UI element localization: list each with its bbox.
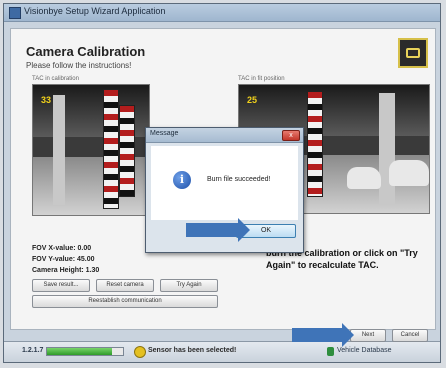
statusbar: 1.2.1.7 Sensor has been selected! Vehicl… [4,341,440,362]
info-icon: i [173,171,191,189]
left-camera-view: 33 [32,84,150,216]
right-camera-number: 25 [247,95,258,105]
calibration-pattern [103,89,119,209]
reset-camera-button[interactable]: Reset camera [96,279,154,292]
right-panel-label: TAC in fit position [238,76,285,82]
progress-fill [47,348,112,355]
calibration-pattern [307,91,323,197]
left-camera-number: 33 [41,95,52,105]
parked-car [347,167,381,189]
warning-icon [134,346,146,358]
camera-logo-icon [398,38,428,68]
dialog-message: Burn file succeeded! [207,176,271,183]
close-icon[interactable]: x [282,130,300,141]
arrow-to-next-icon [292,323,354,347]
reestablish-communication-button[interactable]: Reestablish communication [32,295,218,308]
camera-height-value: Camera Height: 1.30 [32,267,100,274]
page-subtitle: Please follow the instructions! [26,61,132,70]
next-button[interactable]: Next [350,329,386,342]
dialog-titlebar[interactable]: Message x [146,128,303,143]
cancel-button[interactable]: Cancel [392,329,428,342]
database-icon [327,347,334,356]
version-label: 1.2.1.7 [22,347,44,354]
calibration-pattern [119,105,135,197]
window-titlebar[interactable]: Visionbye Setup Wizard Application [4,4,440,22]
fov-x-value: FOV X-value: 0.00 [32,245,92,252]
database-dropdown[interactable]: Vehicle Database [337,347,391,354]
save-result-button[interactable]: Save result... [32,279,90,292]
arrow-to-ok-icon [186,218,250,242]
window-title: Visionbye Setup Wizard Application [24,6,166,16]
parked-car [389,160,429,186]
dialog-body: i Burn file succeeded! [151,146,298,220]
status-text: Sensor has been selected! [148,347,237,354]
app-icon [9,7,21,19]
progress-bar [46,347,124,356]
page-title: Camera Calibration [26,44,146,59]
try-again-button[interactable]: Try Again [160,279,218,292]
left-panel-label: TAC in calibration [32,76,79,82]
dialog-title: Message [150,130,179,137]
fov-y-value: FOV Y-value: 45.00 [32,256,95,263]
